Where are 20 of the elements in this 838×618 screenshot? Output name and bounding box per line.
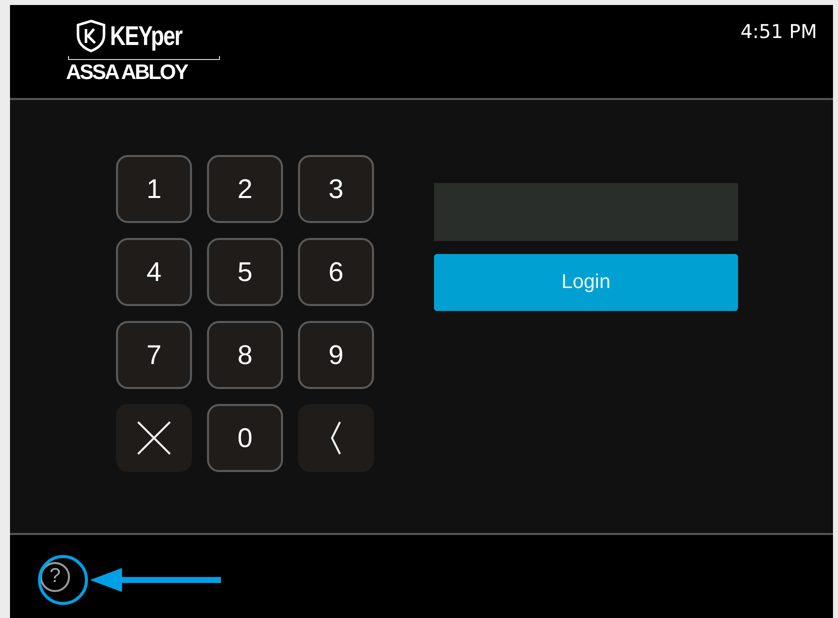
help-button[interactable]: ? bbox=[40, 562, 70, 592]
close-icon bbox=[136, 420, 172, 456]
backspace-key[interactable] bbox=[298, 404, 374, 472]
company-name: ASSA ABLOY bbox=[66, 61, 188, 85]
clear-key[interactable] bbox=[116, 404, 192, 472]
digit-key[interactable]: 5 bbox=[207, 238, 283, 306]
chevron-left-icon bbox=[330, 421, 342, 455]
clock-time: 4:51 PM bbox=[740, 21, 817, 45]
digit-key[interactable]: 8 bbox=[207, 321, 283, 389]
digit-key[interactable]: 9 bbox=[298, 321, 374, 389]
digit-key[interactable]: 0 bbox=[207, 404, 283, 472]
digit-key[interactable]: 3 bbox=[298, 155, 374, 223]
digit-key[interactable]: 6 bbox=[298, 238, 374, 306]
digit-key[interactable]: 2 bbox=[207, 155, 283, 223]
digit-key[interactable]: 1 bbox=[116, 155, 192, 223]
digit-key[interactable]: 4 bbox=[116, 238, 192, 306]
pin-field[interactable] bbox=[434, 183, 738, 241]
digit-key[interactable]: 7 bbox=[116, 321, 192, 389]
shield-logo-icon bbox=[74, 19, 108, 53]
brand-name: KEYper bbox=[110, 21, 182, 51]
